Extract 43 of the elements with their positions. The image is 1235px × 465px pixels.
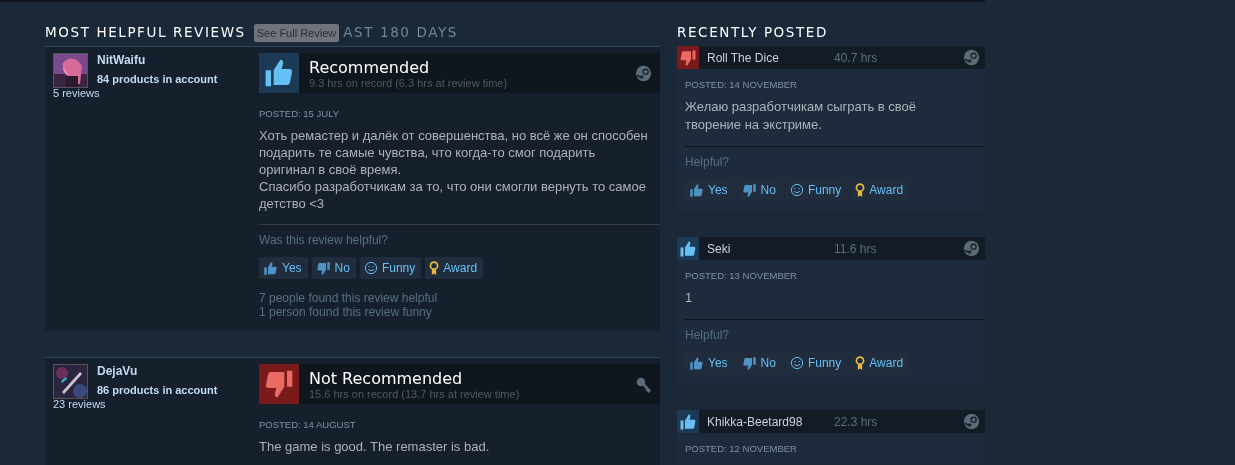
helpful-prompt: Was this review helpful? bbox=[259, 233, 389, 247]
review-header[interactable]: Recommended 9.3 hrs on record (6.3 hrs at review time) bbox=[259, 53, 660, 93]
verdict: Recommended bbox=[309, 57, 431, 77]
tooltip: See Full Review bbox=[253, 24, 340, 42]
review-header[interactable]: Seki 11.6 hrs bbox=[677, 237, 985, 260]
verdict: Not Recommended bbox=[309, 368, 464, 388]
hours-on-record: 15.6 hrs on record (13.7 hrs at review time) bbox=[309, 387, 521, 400]
review-count[interactable]: 5 reviews bbox=[53, 87, 259, 99]
hours-played: 40.7 hrs bbox=[834, 50, 879, 65]
hours-played: 22.3 hrs bbox=[834, 414, 879, 429]
helpful-count: 1 person found this review funny bbox=[259, 305, 433, 319]
author-name[interactable]: NitWaifu bbox=[97, 53, 218, 67]
review-text: Желаю разработчикам сыграть в своё творение на экстриме. bbox=[685, 98, 918, 134]
posted-date: POSTED: 14 AUGUST bbox=[259, 419, 357, 430]
posted-date: POSTED: 12 NOVEMBER bbox=[685, 443, 798, 454]
review-text: Хоть ремастер и далёк от совершенства, но всё же он способен подарить те самые чувства, что когда-то смог подарить оригинал в своё время. Спасибо разработчикам за то, что они смогли вернуть то самое детство <3 bbox=[259, 127, 649, 212]
review-text: 1 bbox=[685, 289, 694, 307]
author-name[interactable]: Seki bbox=[699, 241, 834, 256]
hours-played: 11.6 hrs bbox=[834, 241, 878, 256]
award-button[interactable]: Award bbox=[425, 257, 484, 279]
posted-date: POSTED: 13 NOVEMBER bbox=[685, 270, 798, 281]
author-name[interactable]: DejaVu bbox=[97, 364, 218, 378]
author-name[interactable]: Roll The Dice bbox=[699, 50, 834, 65]
posted-date: POSTED: 15 JULY bbox=[259, 108, 341, 119]
review-count[interactable]: 23 reviews bbox=[53, 398, 259, 410]
review-header[interactable]: Khikka-Beetard98 22.3 hrs bbox=[677, 410, 985, 433]
yes-button[interactable]: Yes bbox=[259, 257, 308, 279]
helpful-prompt: Helpful? bbox=[685, 155, 731, 169]
helpful-prompt: Helpful? bbox=[685, 328, 731, 342]
product-count[interactable]: 86 products in account bbox=[97, 384, 218, 396]
author-name[interactable]: Khikka-Beetard98 bbox=[699, 414, 834, 429]
review-header[interactable]: Not Recommended 15.6 hrs on record (13.7 hrs at review time) bbox=[259, 364, 660, 404]
product-count[interactable]: 84 products in account bbox=[97, 73, 218, 85]
section-subtitle: AST 180 DAYS bbox=[343, 24, 458, 40]
review-header[interactable]: Roll The Dice 40.7 hrs bbox=[677, 46, 985, 69]
review-text: The game is good. The remaster is bad. bbox=[259, 438, 491, 455]
no-button[interactable]: No bbox=[311, 257, 356, 279]
posted-date: POSTED: 14 NOVEMBER bbox=[685, 79, 798, 90]
section-title: RECENTLY POSTED bbox=[677, 24, 828, 40]
hours-on-record: 9.3 hrs on record (6.3 hrs at review time) bbox=[309, 76, 509, 89]
helpful-count: 7 people found this review helpful bbox=[259, 291, 439, 305]
funny-button[interactable]: Funny bbox=[359, 257, 422, 279]
section-title: MOST HELPFUL REVIEWS bbox=[45, 24, 246, 40]
